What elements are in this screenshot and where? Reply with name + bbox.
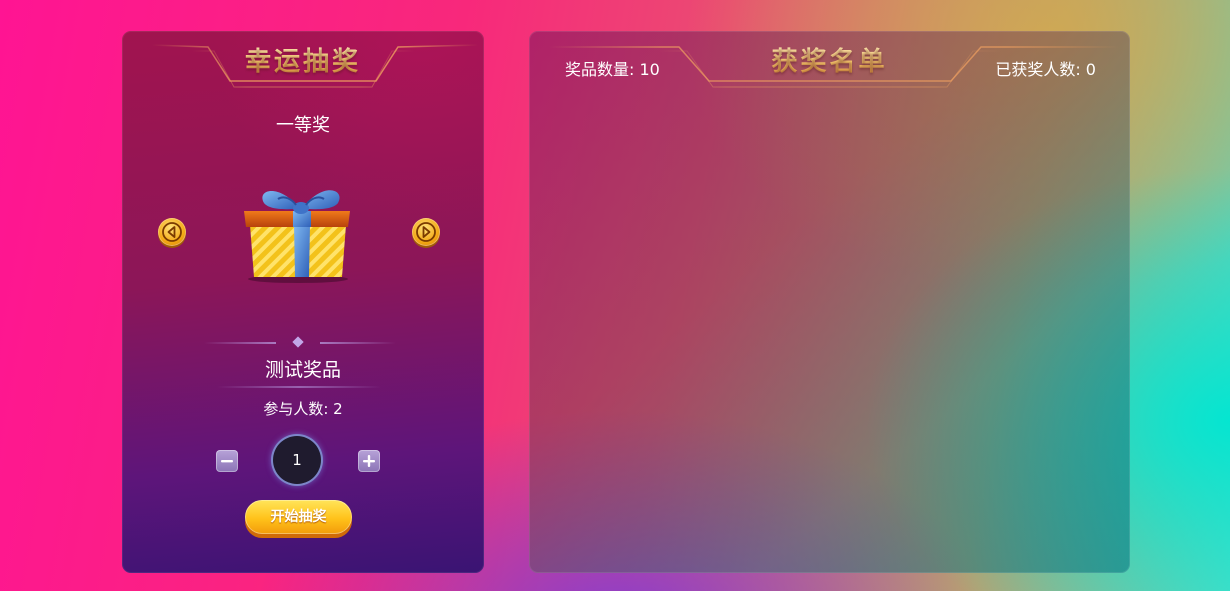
plus-icon	[363, 455, 375, 467]
minus-icon	[221, 460, 233, 463]
winners-panel: 获奖名单 奖品数量: 10 已获奖人数: 0	[529, 31, 1130, 573]
divider-line	[204, 342, 276, 344]
panel-title: 幸运抽奖	[122, 41, 484, 78]
next-prize-button[interactable]	[412, 218, 440, 246]
divider-line	[320, 342, 396, 344]
participant-count: 参与人数: 2	[263, 400, 343, 418]
chevron-left-icon	[162, 222, 182, 242]
prize-level-label: 一等奖	[276, 115, 330, 136]
increase-quantity-button[interactable]	[358, 450, 380, 472]
prize-count-label: 奖品数量: 10	[565, 60, 660, 79]
gift-box-icon	[244, 190, 350, 283]
divider-diamond	[292, 336, 304, 348]
start-draw-button[interactable]: 开始抽奖	[245, 500, 352, 534]
winner-count-label: 已获奖人数: 0	[995, 60, 1096, 79]
lottery-panel: 幸运抽奖 一等奖 测试奖品 参与人数: 2 1 开始抽奖	[122, 31, 484, 573]
previous-prize-button[interactable]	[158, 218, 186, 246]
draw-quantity-display[interactable]: 1	[273, 436, 321, 484]
chevron-right-icon	[416, 222, 436, 242]
prize-name: 测试奖品	[264, 359, 341, 381]
divider-line	[217, 386, 381, 388]
decrease-quantity-button[interactable]	[216, 450, 238, 472]
winners-list	[549, 111, 1110, 553]
